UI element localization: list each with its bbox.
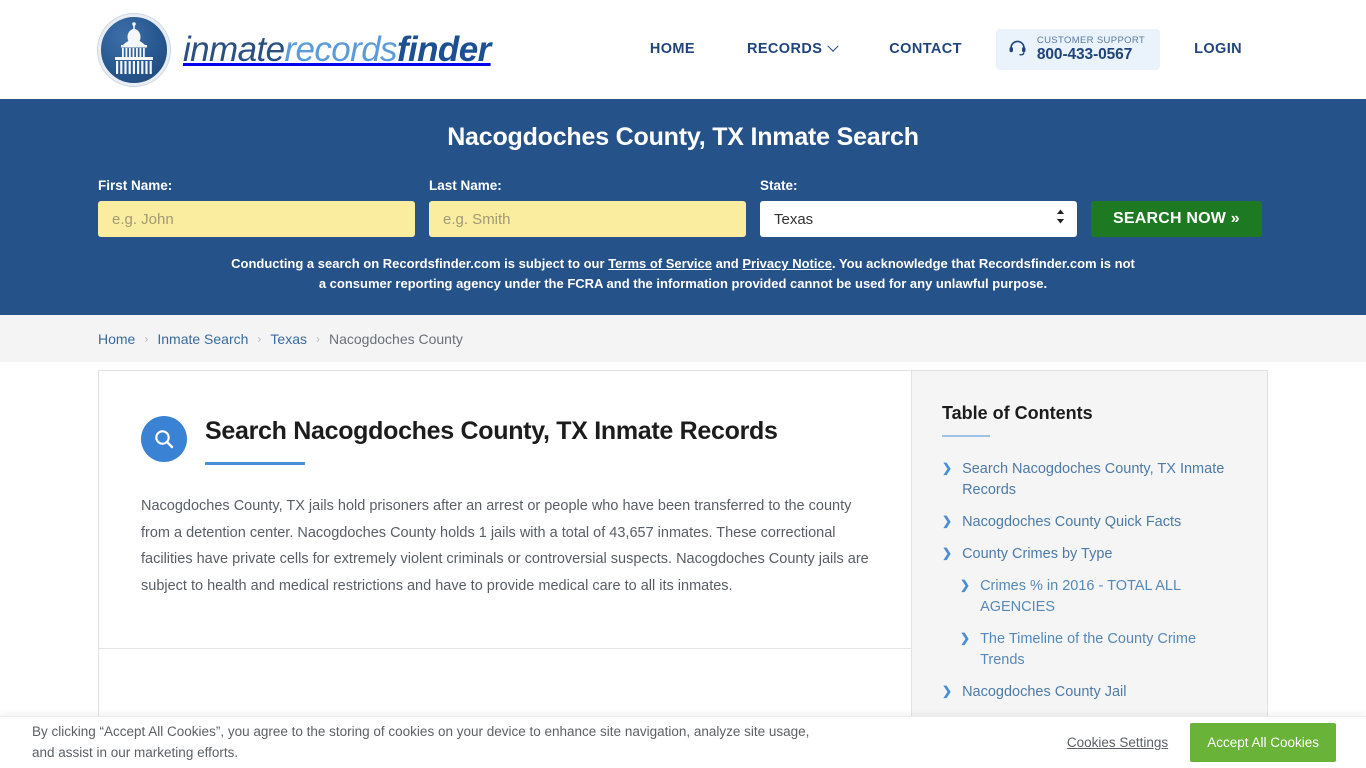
chevron-right-icon: ❯	[960, 631, 971, 646]
accept-all-cookies-button[interactable]: Accept All Cookies	[1190, 723, 1336, 762]
first-name-label: First Name:	[98, 178, 173, 193]
breadcrumb-item-current: Nacogdoches County	[329, 330, 463, 347]
list-item[interactable]: ❯ Nacogdoches County Quick Facts	[942, 512, 1237, 533]
headset-icon	[1008, 37, 1027, 61]
list-item[interactable]: ❯ The Timeline of the County Crime Trend…	[942, 629, 1237, 671]
breadcrumb-separator-icon: ›	[144, 331, 149, 346]
chevron-right-icon: ❯	[942, 684, 953, 699]
terms-of-service-link[interactable]: Terms of Service	[608, 256, 712, 271]
table-of-contents: Table of Contents ❯ Search Nacogdoches C…	[911, 370, 1268, 740]
brand-word-part3: finder	[396, 29, 491, 69]
breadcrumb-separator-icon: ›	[316, 331, 320, 346]
toc-link[interactable]: Search Nacogdoches County, TX Inmate Rec…	[962, 459, 1237, 501]
customer-support-box[interactable]: CUSTOMER SUPPORT 800-433-0567	[995, 28, 1161, 71]
site-logo[interactable]: inmaterecordsfinder	[98, 13, 491, 86]
site-header: inmaterecordsfinder HOME RECORDS CONTACT	[0, 0, 1366, 99]
article-card: Search Nacogdoches County, TX Inmate Rec…	[98, 370, 911, 740]
toc-link[interactable]: Crimes % in 2016 - TOTAL ALL AGENCIES	[980, 576, 1237, 618]
inmate-search-form: First Name: Last Name: State: Texas	[98, 178, 1268, 237]
list-item[interactable]: ❯ Nacogdoches County Jail	[942, 682, 1237, 703]
list-item[interactable]: ❯ County Crimes by Type	[942, 544, 1237, 565]
nav-contact[interactable]: CONTACT	[863, 41, 988, 57]
content-area: Search Nacogdoches County, TX Inmate Rec…	[0, 362, 1366, 740]
article-header: Search Nacogdoches County, TX Inmate Rec…	[99, 371, 911, 465]
brand-wordmark: inmaterecordsfinder	[183, 30, 491, 70]
breadcrumb: Home › Inmate Search › Texas › Nacogdoch…	[0, 315, 1366, 362]
chevron-right-icon: ❯	[942, 546, 953, 561]
breadcrumb-item-inmate-search[interactable]: Inmate Search	[157, 331, 248, 347]
state-field-group: State: Texas	[760, 178, 1077, 237]
article-heading-wrap: Search Nacogdoches County, TX Inmate Rec…	[205, 413, 778, 465]
nav-records[interactable]: RECORDS	[721, 40, 863, 58]
magnifier-icon	[141, 416, 187, 462]
brand-word-part2: records	[284, 29, 397, 69]
last-name-input[interactable]	[429, 201, 746, 237]
cookies-settings-link[interactable]: Cookies Settings	[1067, 735, 1168, 750]
capitol-dome-icon	[98, 13, 170, 86]
hero-search-banner: Nacogdoches County, TX Inmate Search Fir…	[0, 99, 1366, 315]
state-select-wrapper: Texas	[760, 201, 1077, 237]
brand-word-part1: inmate	[183, 29, 285, 69]
last-name-field-group: Last Name:	[429, 178, 746, 237]
support-phone: 800-433-0567	[1036, 46, 1133, 64]
state-label: State:	[760, 178, 798, 193]
chevron-right-icon: ❯	[960, 578, 971, 593]
article-body: Nacogdoches County, TX jails hold prison…	[141, 497, 869, 595]
toc-link[interactable]: Nacogdoches County Quick Facts	[962, 512, 1181, 533]
chevron-right-icon: ❯	[942, 461, 953, 475]
nav-home[interactable]: HOME	[624, 41, 721, 57]
search-disclaimer: Conducting a search on Recordsfinder.com…	[98, 254, 1268, 293]
nav-contact-label: CONTACT	[889, 41, 962, 58]
state-select[interactable]: Texas	[760, 201, 1077, 237]
main-navigation: HOME RECORDS CONTACT CUSTOMER SUPPORT 80…	[624, 28, 1268, 71]
toc-link[interactable]: Nacogdoches County Jail	[962, 682, 1126, 703]
cookie-consent-banner: By clicking “Accept All Cookies”, you ag…	[0, 716, 1366, 768]
toc-link[interactable]: County Crimes by Type	[962, 544, 1112, 565]
cookie-banner-text: By clicking “Accept All Cookies”, you ag…	[32, 724, 810, 760]
breadcrumb-separator-icon: ›	[257, 331, 262, 346]
article-heading: Search Nacogdoches County, TX Inmate Rec…	[205, 417, 778, 445]
toc-link[interactable]: The Timeline of the County Crime Trends	[980, 629, 1237, 671]
toc-list: ❯ Search Nacogdoches County, TX Inmate R…	[942, 459, 1237, 703]
privacy-notice-link[interactable]: Privacy Notice	[742, 256, 832, 271]
nav-records-label: RECORDS	[746, 41, 823, 58]
last-name-label: Last Name:	[429, 178, 502, 193]
card-section-divider	[99, 648, 911, 696]
chevron-down-icon	[827, 40, 839, 53]
list-item[interactable]: ❯ Search Nacogdoches County, TX Inmate R…	[942, 459, 1237, 501]
toc-underline	[942, 435, 990, 437]
toc-title: Table of Contents	[942, 403, 1093, 423]
disclaimer-part1: Conducting a search on Recordsfinder.com…	[231, 256, 609, 271]
support-text: CUSTOMER SUPPORT 800-433-0567	[1036, 34, 1146, 64]
breadcrumb-item-texas[interactable]: Texas	[270, 331, 307, 347]
chevron-right-icon: ❯	[942, 514, 953, 529]
nav-home-label: HOME	[649, 41, 695, 58]
heading-underline	[205, 461, 305, 465]
page-title: Nacogdoches County, TX Inmate Search	[447, 123, 919, 151]
first-name-field-group: First Name:	[98, 178, 415, 237]
first-name-input[interactable]	[98, 201, 415, 237]
support-label: CUSTOMER SUPPORT	[1036, 34, 1146, 46]
list-item[interactable]: ❯ Crimes % in 2016 - TOTAL ALL AGENCIES	[942, 576, 1237, 618]
page-root: inmaterecordsfinder HOME RECORDS CONTACT	[0, 0, 1366, 768]
breadcrumb-item-home[interactable]: Home	[98, 331, 135, 347]
disclaimer-mid: and	[712, 256, 743, 271]
cookie-banner-actions: Cookies Settings Accept All Cookies	[1067, 723, 1336, 762]
nav-login[interactable]: LOGIN	[1168, 41, 1268, 57]
nav-login-label: LOGIN	[1194, 41, 1242, 58]
search-now-button[interactable]: SEARCH NOW »	[1091, 201, 1262, 237]
